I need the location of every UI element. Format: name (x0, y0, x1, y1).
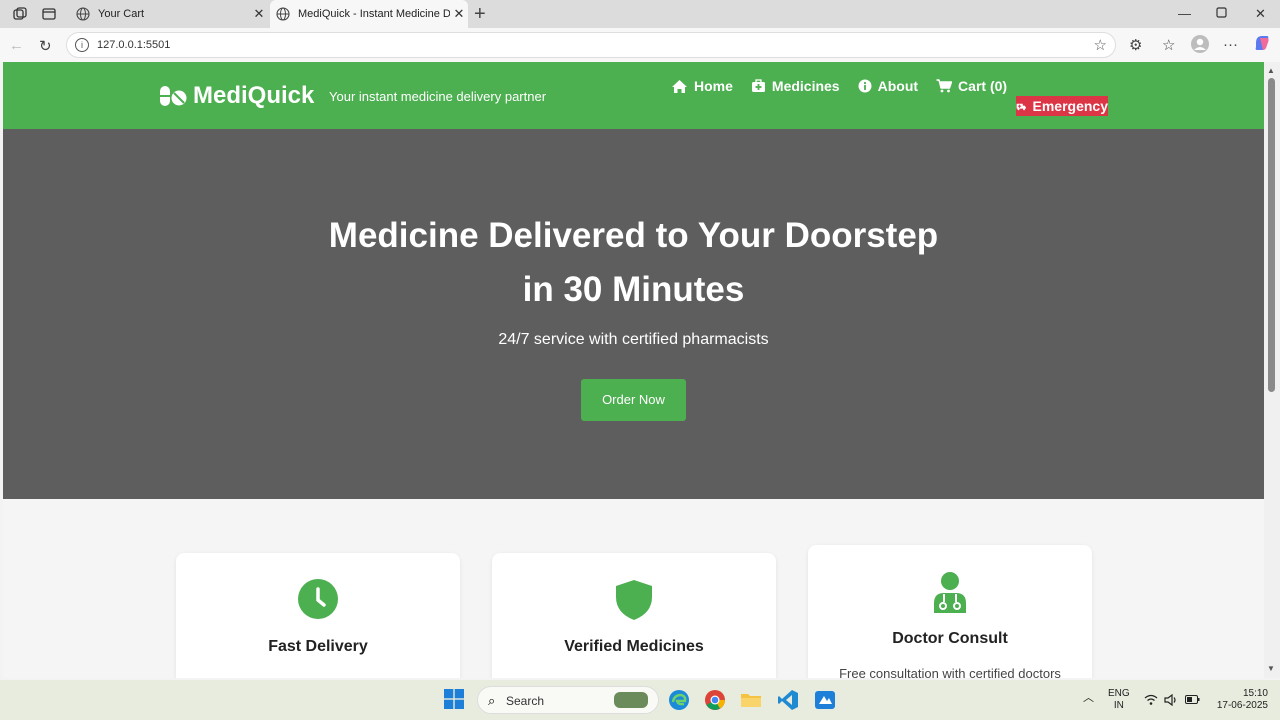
more-menu-icon[interactable]: ··· (1223, 36, 1238, 53)
search-icon: ⌕ (488, 693, 496, 708)
clock-icon (298, 579, 338, 619)
main-nav: Home Medicines About Cart (0) (671, 78, 1007, 94)
site-header: MediQuick Your instant medicine delivery… (3, 62, 1264, 129)
feature-title: Verified Medicines (564, 638, 704, 655)
minimize-icon[interactable]: — (1178, 6, 1191, 21)
nav-cart-label: Cart (0) (958, 78, 1008, 94)
nav-medicines-label: Medicines (771, 78, 840, 94)
feature-card-doctor: Doctor Consult Free consultation with ce… (808, 545, 1092, 678)
pills-icon (160, 86, 187, 106)
hero-title: Medicine Delivered to Your Doorstep in 3… (3, 209, 1264, 317)
vscode-icon[interactable] (777, 689, 799, 711)
hero-subtitle: 24/7 service with certified pharmacists (498, 331, 769, 348)
doctor-icon (934, 572, 966, 613)
nav-about[interactable]: About (858, 78, 918, 94)
emergency-button[interactable]: Emergency (1016, 96, 1108, 116)
extensions-icon[interactable]: ⚙ (1129, 36, 1142, 54)
hero-section: Medicine Delivered to Your Doorstep in 3… (3, 129, 1264, 499)
maximize-icon[interactable] (1216, 6, 1227, 21)
wifi-icon[interactable] (1144, 694, 1158, 709)
workspaces-icon[interactable] (11, 5, 29, 23)
medkit-icon (751, 79, 765, 92)
url-text: 127.0.0.1:5501 (97, 39, 171, 51)
hero-title-line2: in 30 Minutes (522, 270, 745, 309)
language-code: ENG (1108, 688, 1130, 699)
region-code: IN (1113, 700, 1124, 711)
tab-title: MediQuick - Instant Medicine Del (298, 8, 450, 20)
page-viewport: MediQuick Your instant medicine delivery… (3, 62, 1264, 678)
os-taskbar: ⌕ Search ︿ ENG IN 15:10 17-06-2025 (0, 680, 1280, 720)
scrollbar-thumb[interactable] (1268, 78, 1275, 392)
refresh-icon[interactable]: ↻ (39, 37, 52, 55)
hero-title-line1: Medicine Delivered to Your Doorstep (328, 216, 939, 255)
chrome-icon[interactable] (704, 689, 726, 711)
url-input[interactable]: i 127.0.0.1:5501 ☆ (66, 32, 1116, 58)
cart-icon (936, 79, 953, 93)
favorite-star-icon[interactable]: ☆ (1094, 36, 1107, 54)
brand-tagline: Your instant medicine delivery partner (329, 89, 547, 104)
browser-tab-bar: Your Cart ✕ MediQuick - Instant Medicine… (0, 0, 1280, 28)
file-explorer-icon[interactable] (740, 689, 762, 711)
page-scrollbar[interactable]: ▲ ▼ (1264, 62, 1280, 678)
nav-home[interactable]: Home (671, 78, 733, 94)
nav-cart[interactable]: Cart (0) (936, 78, 1007, 94)
brand-name: MediQuick (193, 82, 315, 109)
store-app-icon[interactable] (814, 689, 836, 711)
shield-icon (616, 580, 652, 620)
site-info-icon[interactable]: i (75, 38, 89, 52)
tab-your-cart[interactable]: Your Cart ✕ (70, 0, 268, 28)
profile-avatar-icon[interactable] (1191, 35, 1209, 57)
globe-icon (276, 7, 290, 21)
new-tab-icon[interactable]: + (474, 3, 486, 26)
order-now-button[interactable]: Order Now (581, 379, 686, 421)
clock-time: 15:10 (1242, 688, 1268, 699)
tab-mediquick[interactable]: MediQuick - Instant Medicine Del ✕ (270, 0, 468, 28)
scroll-down-icon[interactable]: ▼ (1267, 664, 1275, 673)
volume-icon[interactable] (1164, 693, 1178, 710)
tab-title: Your Cart (98, 8, 145, 20)
nav-home-label: Home (694, 78, 733, 94)
feature-title: Doctor Consult (892, 630, 1008, 647)
battery-icon[interactable] (1185, 695, 1200, 708)
ambulance-icon (1016, 103, 1026, 110)
nav-about-label: About (877, 78, 919, 94)
feature-card-fast-delivery: Fast Delivery (176, 553, 460, 678)
close-window-icon[interactable]: ✕ (1255, 6, 1266, 22)
nav-medicines[interactable]: Medicines (751, 78, 840, 94)
home-icon (672, 79, 687, 93)
back-icon[interactable]: ← (9, 37, 24, 54)
feature-description: Free consultation with certified doctors (839, 666, 1061, 678)
search-placeholder: Search (506, 694, 545, 708)
clock[interactable]: 15:10 17-06-2025 (1212, 688, 1268, 712)
favorites-icon[interactable]: ☆ (1162, 36, 1175, 54)
close-tab-icon[interactable]: ✕ (250, 6, 268, 22)
search-highlight-image (614, 692, 648, 708)
close-tab-icon[interactable]: ✕ (450, 6, 468, 22)
show-hidden-icons[interactable]: ︿ (1083, 692, 1094, 704)
brand-logo[interactable]: MediQuick (159, 82, 314, 110)
feature-card-verified: Verified Medicines (492, 553, 776, 678)
clock-date: 17-06-2025 (1216, 700, 1268, 711)
feature-title: Fast Delivery (268, 638, 368, 655)
taskbar-search[interactable]: ⌕ Search (477, 686, 659, 714)
language-indicator[interactable]: ENG IN (1108, 688, 1130, 712)
tab-actions-icon[interactable] (40, 5, 58, 23)
emergency-label: Emergency (1032, 98, 1108, 114)
address-bar-row: ← ↻ i 127.0.0.1:5501 ☆ ⚙ ☆ ··· (0, 28, 1280, 62)
scroll-up-icon[interactable]: ▲ (1267, 66, 1275, 75)
edge-icon[interactable] (668, 689, 690, 711)
copilot-icon[interactable] (1253, 34, 1271, 56)
windows-start-icon[interactable] (444, 689, 466, 711)
globe-icon (76, 7, 90, 21)
info-icon (858, 79, 872, 93)
